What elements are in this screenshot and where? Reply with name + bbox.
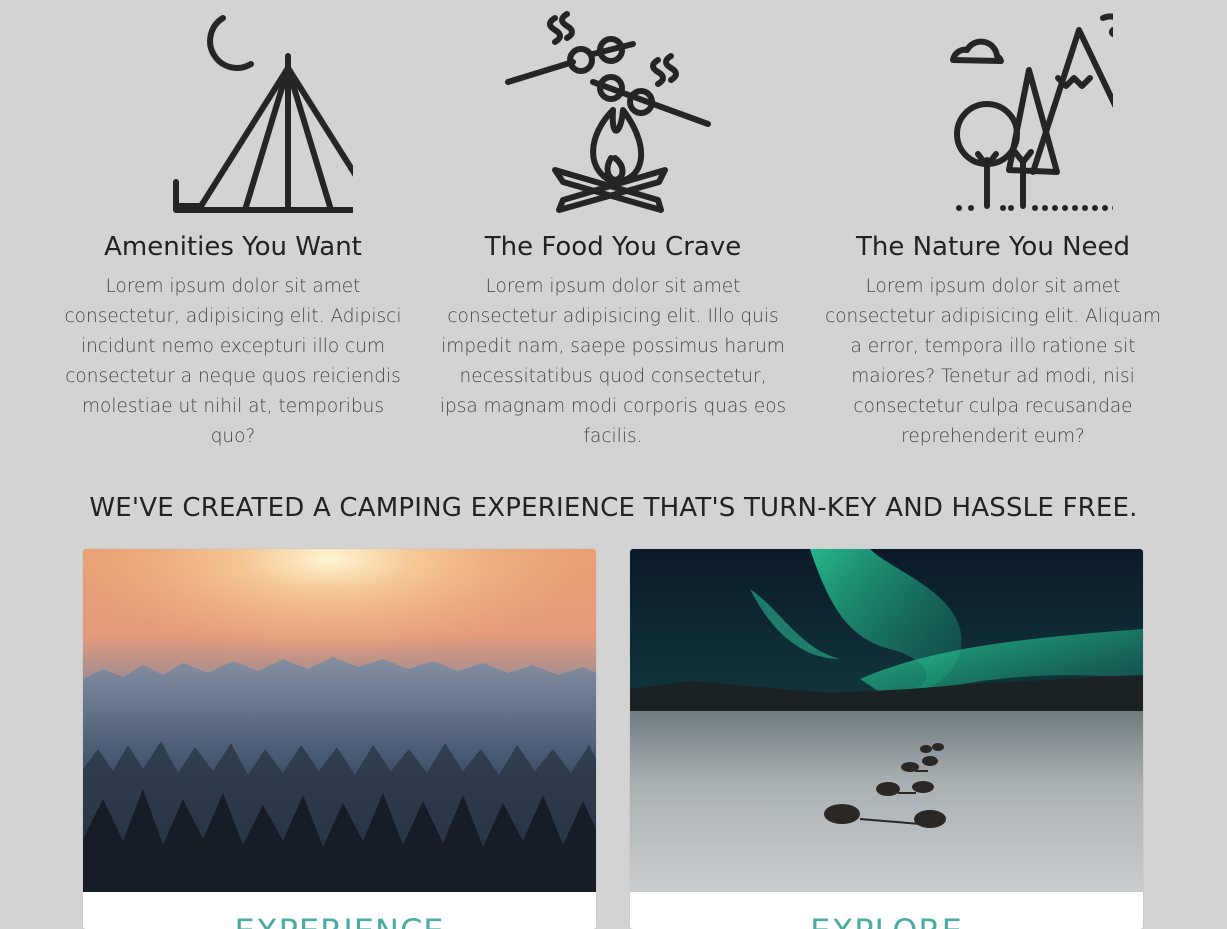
- snowy-forest-sunrise-photo: [83, 549, 596, 892]
- mountains-trees-icon: [818, 10, 1168, 216]
- explore-card[interactable]: EXPLORE: [630, 549, 1143, 929]
- feature-description: Lorem ipsum dolor sit amet consectetur a…: [825, 276, 1161, 447]
- features-section: Amenities You Want Lorem ipsum dolor sit…: [0, 0, 1227, 460]
- card-title-explore[interactable]: EXPLORE: [630, 911, 1143, 929]
- experience-card[interactable]: EXPERIENCE: [83, 549, 596, 929]
- card-title-experience[interactable]: EXPERIENCE: [83, 911, 596, 929]
- feature-title: The Nature You Need: [855, 232, 1131, 262]
- section-headline: WE'VE CREATED A CAMPING EXPERIENCE THAT'…: [89, 493, 1138, 523]
- northern-lights-sled-dogs-photo: [630, 549, 1143, 892]
- feature-title: Amenities You Want: [104, 232, 362, 262]
- campfire-smores-icon: [438, 10, 788, 216]
- tent-moon-icon: [58, 10, 408, 216]
- feature-title: The Food You Crave: [484, 232, 742, 262]
- feature-description: Lorem ipsum dolor sit amet consectetur a…: [439, 276, 787, 447]
- feature-description: Lorem ipsum dolor sit amet consectetur, …: [64, 276, 402, 447]
